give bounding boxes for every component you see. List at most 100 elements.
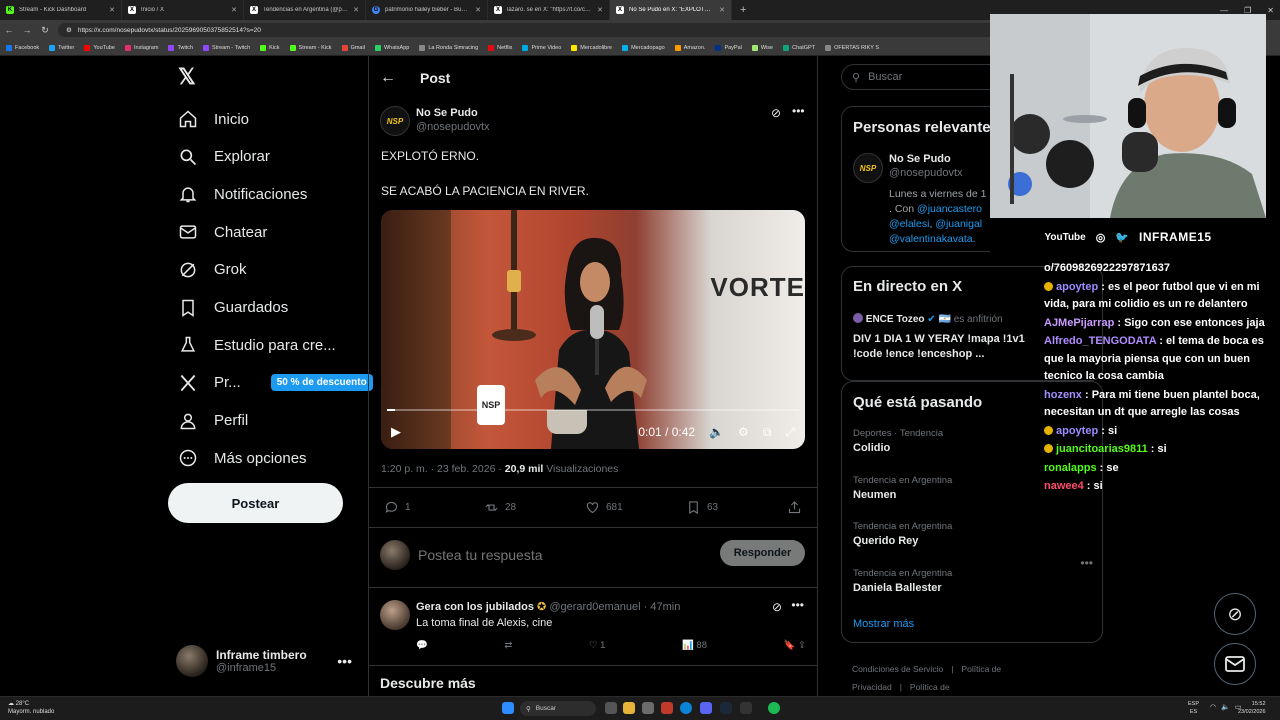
person-name[interactable]: No Se Pudo [889,153,986,165]
reply-action[interactable]: 1 [384,500,411,515]
live-title[interactable]: DIV 1 DIA 1 W YERAY !mapa !1v1 !code !en… [853,332,1025,362]
chat-username[interactable]: Alfredo_TENGODATA [1044,335,1156,347]
close-icon[interactable]: ✕ [231,6,237,14]
browser-tab-active[interactable]: XNo Se Pudo en X: "EXPLOTÓ ERNO✕ [610,0,732,20]
fullscreen-icon[interactable]: ⤢ [785,425,795,440]
clock[interactable]: 15:52 23/02/2026 [1238,700,1266,716]
steam-icon[interactable] [720,702,732,714]
reply-input[interactable] [418,547,698,563]
bookmark-action[interactable]: 63 [686,500,718,515]
account-switcher[interactable]: Inframe timbero @inframe15 ••• [176,644,356,678]
bookmark-item[interactable]: Amazon. [674,44,705,51]
author-handle[interactable]: @nosepudovtx [416,121,490,133]
nav-item-más-opciones[interactable]: Más opciones [168,439,307,477]
task-view-icon[interactable] [605,702,617,714]
mention-link[interactable]: @juancastero [917,203,982,215]
messages-fab[interactable] [1214,643,1256,685]
post-time[interactable]: 1:20 p. m. · 23 feb. 2026 [381,463,495,475]
grok-icon[interactable]: ⊘ [772,600,782,614]
bookmark-icon[interactable]: 🔖 ⇪ [784,640,806,651]
more-icon[interactable]: ••• [791,598,804,612]
mention-link[interactable]: @valentinakavata [889,233,973,245]
picture-in-picture-icon[interactable]: ⧉ [763,425,772,440]
chat-username[interactable]: AJMePijarrap [1044,317,1114,329]
wifi-icon[interactable]: ◠ [1210,703,1216,711]
live-host[interactable]: ENCE Tozeo ✔ 🇦🇷 es anfitrión [853,313,1003,325]
nav-item-explorar[interactable]: Explorar [168,138,270,176]
nav-item-inicio[interactable]: Inicio [168,100,249,138]
footer-link[interactable]: Condiciones de Servicio [852,664,943,674]
bookmark-item[interactable]: La Ronda Simracing [419,44,478,51]
bookmark-item[interactable]: Prime Video [522,44,561,51]
reply-tweet[interactable]: Gera con los jubilados ✪ @gerard0emanuel… [380,598,810,660]
nav-item-guardados[interactable]: Guardados [168,289,288,327]
bookmark-item[interactable]: WhatsApp [374,44,409,51]
back-icon[interactable]: ← [0,25,18,35]
file-explorer-icon[interactable] [623,702,635,714]
chat-username[interactable]: apoytep [1056,425,1098,437]
bookmark-item[interactable]: Stream - Twitch [203,44,250,51]
settings-icon[interactable]: ⚙ [738,425,749,439]
back-arrow-icon[interactable]: ← [380,69,396,87]
nav-item-estudio-para-cre[interactable]: Estudio para cre... [168,326,336,364]
weather-widget[interactable]: ☁ 28°C Mayorm. nublado [8,700,54,716]
nav-item-grok[interactable]: Grok [168,251,247,289]
mention-link[interactable]: @juanigal [935,218,982,230]
grok-fab[interactable]: ⊘ [1214,593,1256,635]
bookmark-item[interactable]: Mercadopago [622,44,665,51]
bookmark-item[interactable]: PayPal [715,44,742,51]
nav-item-pr[interactable]: Pr... 50 % de descuento [168,364,373,402]
chat-username[interactable]: nawee4 [1044,480,1084,492]
bookmark-item[interactable]: YouTube [84,44,115,51]
close-icon[interactable]: ✕ [719,6,725,14]
volume-icon[interactable]: 🔈 [709,425,724,439]
edge-icon[interactable] [680,702,692,714]
bookmark-item[interactable]: ChatGPT [783,44,815,51]
bookmark-item[interactable]: Facebook [6,44,39,51]
bookmark-item[interactable]: Wise [751,44,773,51]
trend-item[interactable]: Tendencia en Argentina Daniela Ballester •… [853,556,1093,594]
nav-item-notificaciones[interactable]: Notificaciones [168,175,307,213]
reply-author-handle[interactable]: @gerard0emanuel [549,601,640,613]
post-button[interactable]: Postear [168,483,343,523]
chat-username[interactable]: hozenx [1044,389,1082,401]
spotify-icon[interactable] [768,702,780,714]
mention-link[interactable]: @elalesi [889,218,929,230]
close-icon[interactable]: ✕ [353,6,359,14]
trend-item[interactable]: Tendencia en Argentina Querido Rey [853,521,1093,547]
bookmark-item[interactable]: Kick [260,44,280,51]
more-icon[interactable]: ••• [337,653,352,669]
browser-tab[interactable]: K Stream - Kick Dashboard ✕ [0,0,122,20]
more-icon[interactable]: ••• [1080,556,1093,570]
author-name[interactable]: No Se Pudo [416,107,490,119]
views-action[interactable]: 📊 88 [682,640,707,651]
play-icon[interactable]: ▶ [391,424,401,440]
close-window-icon[interactable]: ✕ [1267,6,1274,15]
like-action[interactable]: ♡ 1 [589,640,605,651]
reply-icon[interactable]: 💬 [416,640,428,651]
bookmark-item[interactable]: Instagram [124,44,158,51]
reply-author-name[interactable]: Gera con los jubilados [416,601,534,613]
grok-icon[interactable]: ⊘ [771,106,781,120]
taskbar-search[interactable]: ⚲ Buscar [520,701,596,716]
address-bar[interactable]: ⚙ https://x.com/nosepudovtx/status/20259… [58,23,1008,37]
video-progress-bar[interactable] [387,409,799,411]
browser-tab[interactable]: X Tendencias en Argentina (@porqu ✕ [244,0,366,20]
start-icon[interactable] [502,702,514,714]
premium-discount-badge[interactable]: 50 % de descuento [270,374,373,392]
app-icon[interactable] [661,702,673,714]
browser-tab[interactable]: Xlázaro. se en X: "https://t.co/cyeH ✕ [488,0,610,20]
browser-tab[interactable]: Gpatrimonio hailey bieber - Buscar ✕ [366,0,488,20]
bookmark-item[interactable]: Netflix [488,44,512,51]
bookmark-item[interactable]: Mercadolibre [571,44,612,51]
chat-username[interactable]: juancitoarias9811 [1056,443,1148,455]
avatar[interactable] [380,600,410,630]
chat-username[interactable]: apoytep [1056,281,1098,293]
reply-button[interactable]: Responder [720,540,805,566]
bookmark-item[interactable]: OFERTAS RIKY S [825,44,879,51]
share-action[interactable] [787,500,802,515]
forward-icon[interactable]: → [18,25,36,35]
x-logo-icon[interactable]: 𝕏 [178,66,200,88]
repost-action[interactable]: 28 [484,500,516,515]
like-action[interactable]: 681 [585,500,623,515]
